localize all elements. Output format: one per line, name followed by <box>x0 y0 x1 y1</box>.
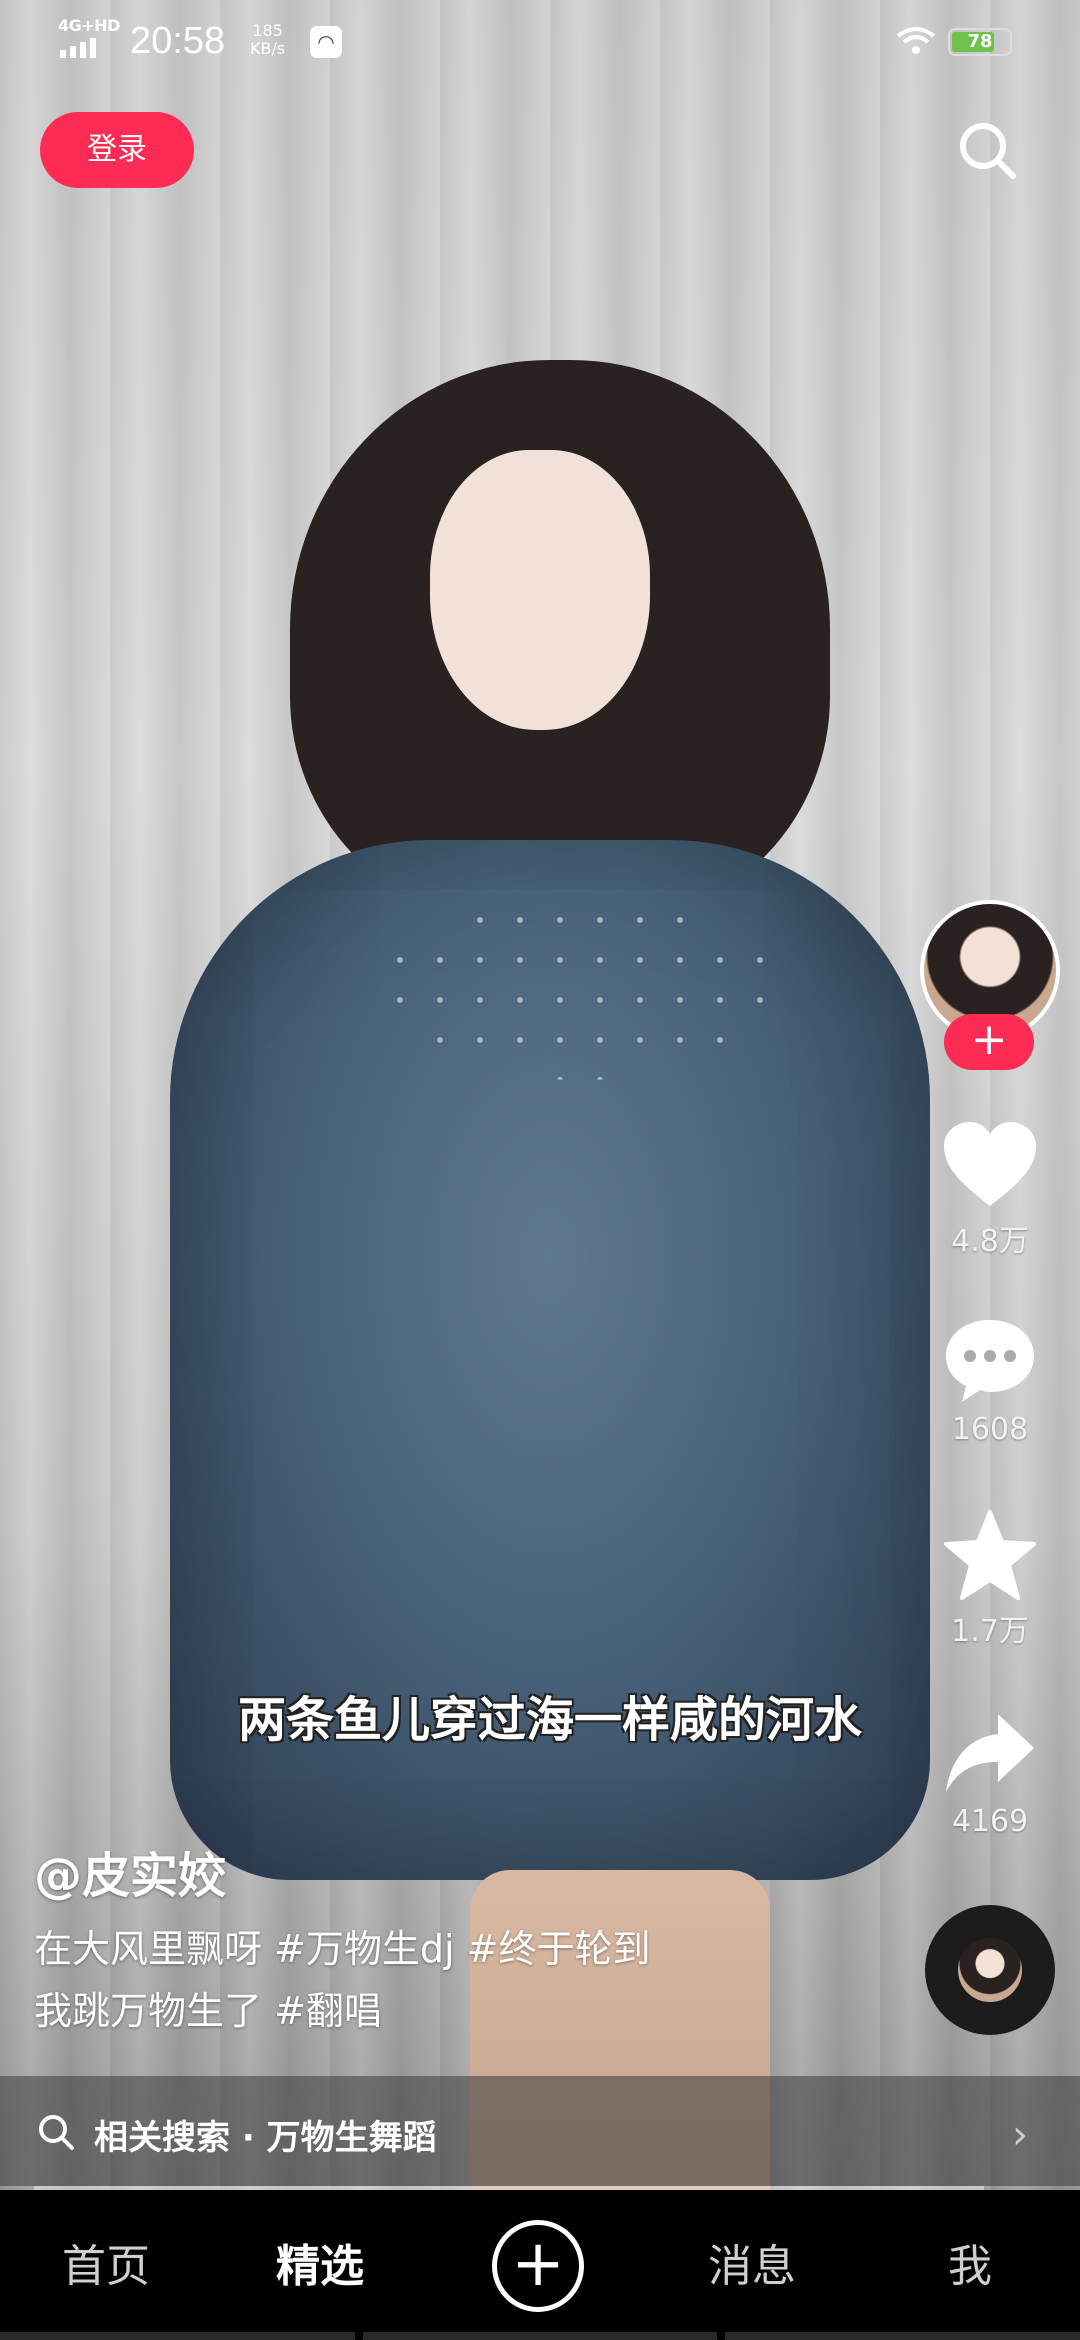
network-type: 4G+HD <box>58 16 120 35</box>
favorite-button[interactable]: 1.7万 <box>930 1510 1050 1650</box>
network-speed-value: 185 <box>252 21 283 40</box>
favorite-count: 1.7万 <box>951 1614 1029 1649</box>
related-search-label: 相关搜索 · 万物生舞蹈 <box>94 2118 437 2158</box>
like-count: 4.8万 <box>951 1224 1029 1259</box>
battery-level: 78 <box>967 31 993 52</box>
related-search-bar[interactable]: 相关搜索 · 万物生舞蹈 › <box>0 2076 1080 2186</box>
network-speed: 185 KB/s <box>250 22 285 58</box>
description-line-1[interactable]: 在大风里飘呀 #万物生dj #终于轮到 <box>34 1918 794 1980</box>
clock: 20:58 <box>130 20 226 62</box>
nav-me[interactable]: 我 <box>948 2230 992 2294</box>
description-line-2[interactable]: 我跳万物生了 #翻唱 <box>34 1980 794 2042</box>
heart-icon <box>944 1122 1036 1206</box>
video-subject-face <box>430 450 650 730</box>
video-description: 在大风里飘呀 #万物生dj #终于轮到 我跳万物生了 #翻唱 <box>34 1918 794 2042</box>
star-icon <box>944 1510 1036 1600</box>
share-arrow-icon <box>946 1714 1034 1792</box>
create-plus-icon[interactable]: + <box>492 2220 584 2312</box>
status-bar: 4G+HD 20:58 185 KB/s ◠ 78 <box>0 0 1080 90</box>
network-speed-unit: KB/s <box>250 39 286 58</box>
video-subject-sequins <box>380 900 780 1080</box>
nav-messages[interactable]: 消息 <box>708 2230 796 2294</box>
nav-home[interactable]: 首页 <box>62 2230 150 2294</box>
notification-app-icon: ◠ <box>310 26 342 58</box>
music-disc-icon[interactable] <box>925 1905 1055 2035</box>
nav-featured[interactable]: 精选 <box>276 2230 364 2294</box>
follow-button[interactable]: + <box>944 1014 1034 1070</box>
comment-count: 1608 <box>951 1412 1029 1447</box>
like-button[interactable]: 4.8万 <box>930 1120 1050 1260</box>
comment-button[interactable]: 1608 <box>930 1316 1050 1447</box>
bottom-navigation: 首页 精选 + 消息 我 <box>0 2190 1080 2340</box>
author-name[interactable]: @皮实姣 <box>34 1836 226 1906</box>
wifi-icon <box>896 27 936 54</box>
chevron-right-icon: › <box>1012 2112 1028 2158</box>
system-home-indicator <box>0 2332 1080 2340</box>
share-count: 4169 <box>951 1804 1029 1839</box>
battery-icon: 78 <box>948 28 1012 56</box>
comment-icon <box>946 1320 1034 1402</box>
search-icon <box>39 2115 74 2150</box>
search-icon[interactable] <box>955 118 1019 182</box>
video-caption-subtitle: 两条鱼儿穿过海一样咸的河水 <box>237 1692 862 1748</box>
login-button[interactable]: 登录 <box>40 112 194 188</box>
signal-icon <box>60 36 108 58</box>
music-cover <box>958 1938 1022 2002</box>
share-button[interactable]: 4169 <box>930 1708 1050 1839</box>
